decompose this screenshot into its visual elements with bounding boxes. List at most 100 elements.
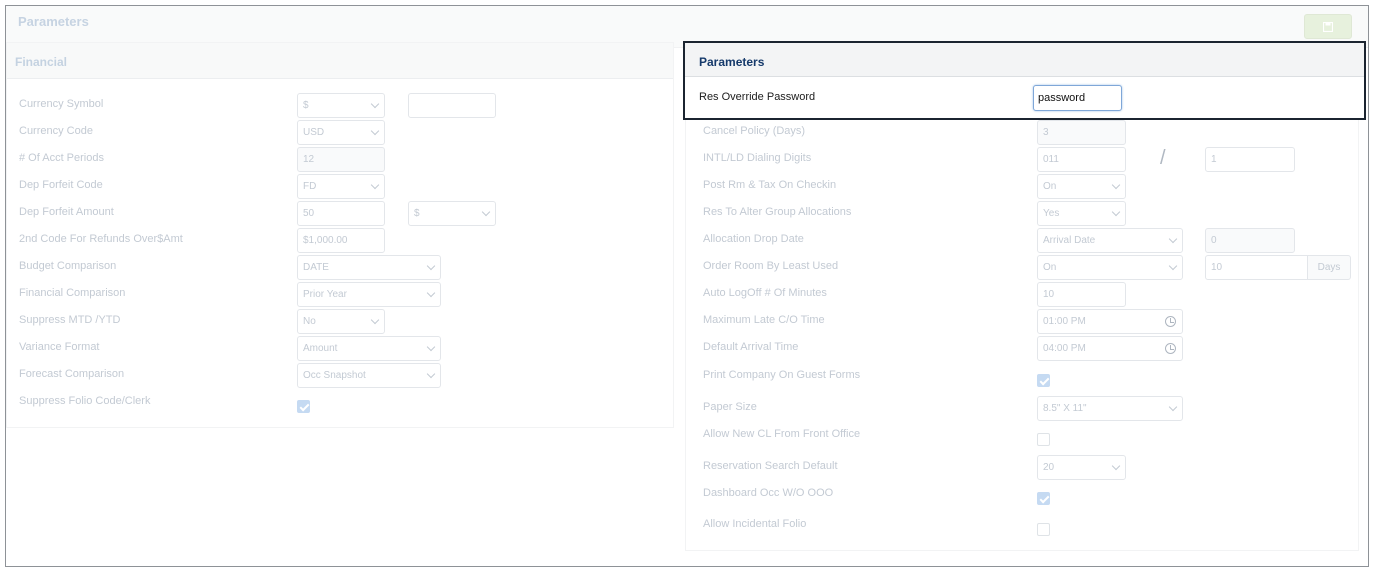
currency-symbol-select[interactable]: $: [297, 93, 385, 118]
allow-new-cl-checkbox[interactable]: [1037, 433, 1050, 446]
post-rm-tax-select[interactable]: On: [1037, 174, 1126, 199]
post-rm-tax-value: On: [1043, 181, 1057, 192]
default-arrival-time-input[interactable]: 04:00 PM: [1037, 336, 1183, 361]
allocation-drop-label: Allocation Drop Date: [703, 233, 804, 245]
late-checkout-label: Maximum Late C/O Time: [703, 314, 825, 326]
acct-periods-input[interactable]: 12: [297, 147, 385, 172]
variance-format-label: Variance Format: [19, 341, 100, 353]
suppress-mtd-select[interactable]: No: [297, 309, 385, 334]
clock-icon: [1165, 343, 1176, 354]
incidental-folio-label: Allow Incidental Folio: [703, 518, 807, 530]
dashboard-occ-label: Dashboard Occ W/O OOO: [703, 487, 834, 499]
paper-size-label: Paper Size: [703, 401, 757, 413]
default-arrival-value: 04:00 PM: [1043, 343, 1086, 354]
dashboard-occ-checkbox[interactable]: [1037, 492, 1050, 505]
chevron-down-icon: [481, 207, 491, 217]
chevron-down-icon: [1111, 207, 1121, 217]
budget-comparison-select[interactable]: DATE: [297, 255, 441, 280]
paper-size-select[interactable]: 8.5" X 11": [1037, 396, 1183, 421]
chevron-down-icon: [1168, 261, 1178, 271]
save-icon: [1323, 22, 1333, 32]
dialing-digits-label: INTL/LD Dialing Digits: [703, 152, 812, 164]
order-room-days-value: 10: [1211, 262, 1223, 273]
allow-new-cl-label: Allow New CL From Front Office: [703, 428, 861, 440]
allocation-drop-value: Arrival Date: [1043, 235, 1096, 246]
post-rm-tax-label: Post Rm & Tax On Checkin: [703, 179, 837, 191]
allocation-drop-days-input[interactable]: 0: [1205, 228, 1295, 253]
order-room-label: Order Room By Least Used: [703, 260, 839, 272]
refund-code-input[interactable]: $1,000.00: [297, 228, 385, 253]
chevron-down-icon: [370, 126, 380, 136]
currency-code-label: Currency Code: [19, 125, 93, 137]
currency-symbol-value: $: [303, 100, 309, 111]
print-company-checkbox[interactable]: [1037, 374, 1050, 387]
cancel-policy-input[interactable]: 3: [1037, 120, 1126, 145]
refund-code-value: $1,000.00: [303, 235, 348, 246]
allocation-drop-days-value: 0: [1211, 235, 1217, 246]
dep-forfeit-amount-value: 50: [303, 208, 315, 219]
parameters-header: Parameters: [685, 43, 1364, 77]
forecast-comparison-value: Occ Snapshot: [303, 370, 366, 381]
financial-title: Financial: [15, 55, 68, 69]
dep-forfeit-type-select[interactable]: $: [408, 201, 496, 226]
chevron-down-icon: [1111, 180, 1121, 190]
order-room-days-input[interactable]: 10: [1205, 255, 1308, 280]
chevron-down-icon: [426, 369, 436, 379]
alter-allocations-value: Yes: [1043, 208, 1060, 219]
ld-dialing-input[interactable]: 1: [1205, 147, 1295, 172]
suppress-folio-checkbox[interactable]: [297, 400, 310, 413]
acct-periods-value: 12: [303, 154, 315, 165]
save-button[interactable]: [1304, 14, 1352, 39]
dep-forfeit-code-value: FD: [303, 181, 317, 192]
dep-forfeit-type-value: $: [414, 208, 420, 219]
dep-forfeit-code-select[interactable]: FD: [297, 174, 385, 199]
late-checkout-value: 01:00 PM: [1043, 316, 1086, 327]
currency-symbol-extra-input[interactable]: [408, 93, 496, 118]
chevron-down-icon: [426, 288, 436, 298]
alter-allocations-label: Res To Alter Group Allocations: [703, 206, 852, 218]
budget-comparison-label: Budget Comparison: [19, 260, 117, 272]
allocation-drop-select[interactable]: Arrival Date: [1037, 228, 1183, 253]
financial-header: Financial: [7, 43, 673, 79]
override-password-input[interactable]: [1033, 85, 1122, 111]
dep-forfeit-amount-input[interactable]: 50: [297, 201, 385, 226]
dep-forfeit-amount-label: Dep Forfeit Amount: [19, 206, 114, 218]
default-arrival-label: Default Arrival Time: [703, 341, 799, 353]
forecast-comparison-select[interactable]: Occ Snapshot: [297, 363, 441, 388]
chevron-down-icon: [1168, 234, 1178, 244]
intl-dialing-value: 011: [1043, 154, 1059, 165]
paper-size-value: 8.5" X 11": [1043, 403, 1087, 414]
refund-code-label: 2nd Code For Refunds Over$Amt: [19, 233, 183, 245]
ld-dialing-value: 1: [1211, 154, 1217, 165]
chevron-down-icon: [370, 180, 380, 190]
cancel-policy-label: Cancel Policy (Days): [703, 125, 806, 137]
parameters-title: Parameters: [699, 55, 765, 69]
auto-logoff-value: 10: [1043, 289, 1055, 300]
chevron-down-icon: [370, 315, 380, 325]
suppress-folio-label: Suppress Folio Code/Clerk: [19, 395, 151, 407]
alter-allocations-select[interactable]: Yes: [1037, 201, 1126, 226]
financial-comparison-select[interactable]: Prior Year: [297, 282, 441, 307]
override-password-label: Res Override Password: [699, 91, 816, 103]
reservation-search-select[interactable]: 20: [1037, 455, 1126, 480]
financial-comparison-label: Financial Comparison: [19, 287, 126, 299]
dep-forfeit-code-label: Dep Forfeit Code: [19, 179, 103, 191]
dialing-separator: /: [1160, 147, 1166, 169]
chevron-down-icon: [1168, 402, 1178, 412]
variance-format-select[interactable]: Amount: [297, 336, 441, 361]
order-room-select[interactable]: On: [1037, 255, 1183, 280]
parameters-highlight: Parameters Res Override Password: [683, 41, 1366, 120]
variance-format-value: Amount: [303, 343, 338, 354]
page-title: Parameters: [18, 14, 89, 29]
chevron-down-icon: [426, 342, 436, 352]
incidental-folio-checkbox[interactable]: [1037, 523, 1050, 536]
suppress-mtd-value: No: [303, 316, 316, 327]
intl-dialing-input[interactable]: 011: [1037, 147, 1126, 172]
acct-periods-label: # Of Acct Periods: [19, 152, 104, 164]
late-checkout-time-input[interactable]: 01:00 PM: [1037, 309, 1183, 334]
currency-code-select[interactable]: USD: [297, 120, 385, 145]
chevron-down-icon: [1111, 461, 1121, 471]
auto-logoff-input[interactable]: 10: [1037, 282, 1126, 307]
cancel-policy-value: 3: [1043, 127, 1049, 138]
print-company-label: Print Company On Guest Forms: [703, 369, 861, 381]
